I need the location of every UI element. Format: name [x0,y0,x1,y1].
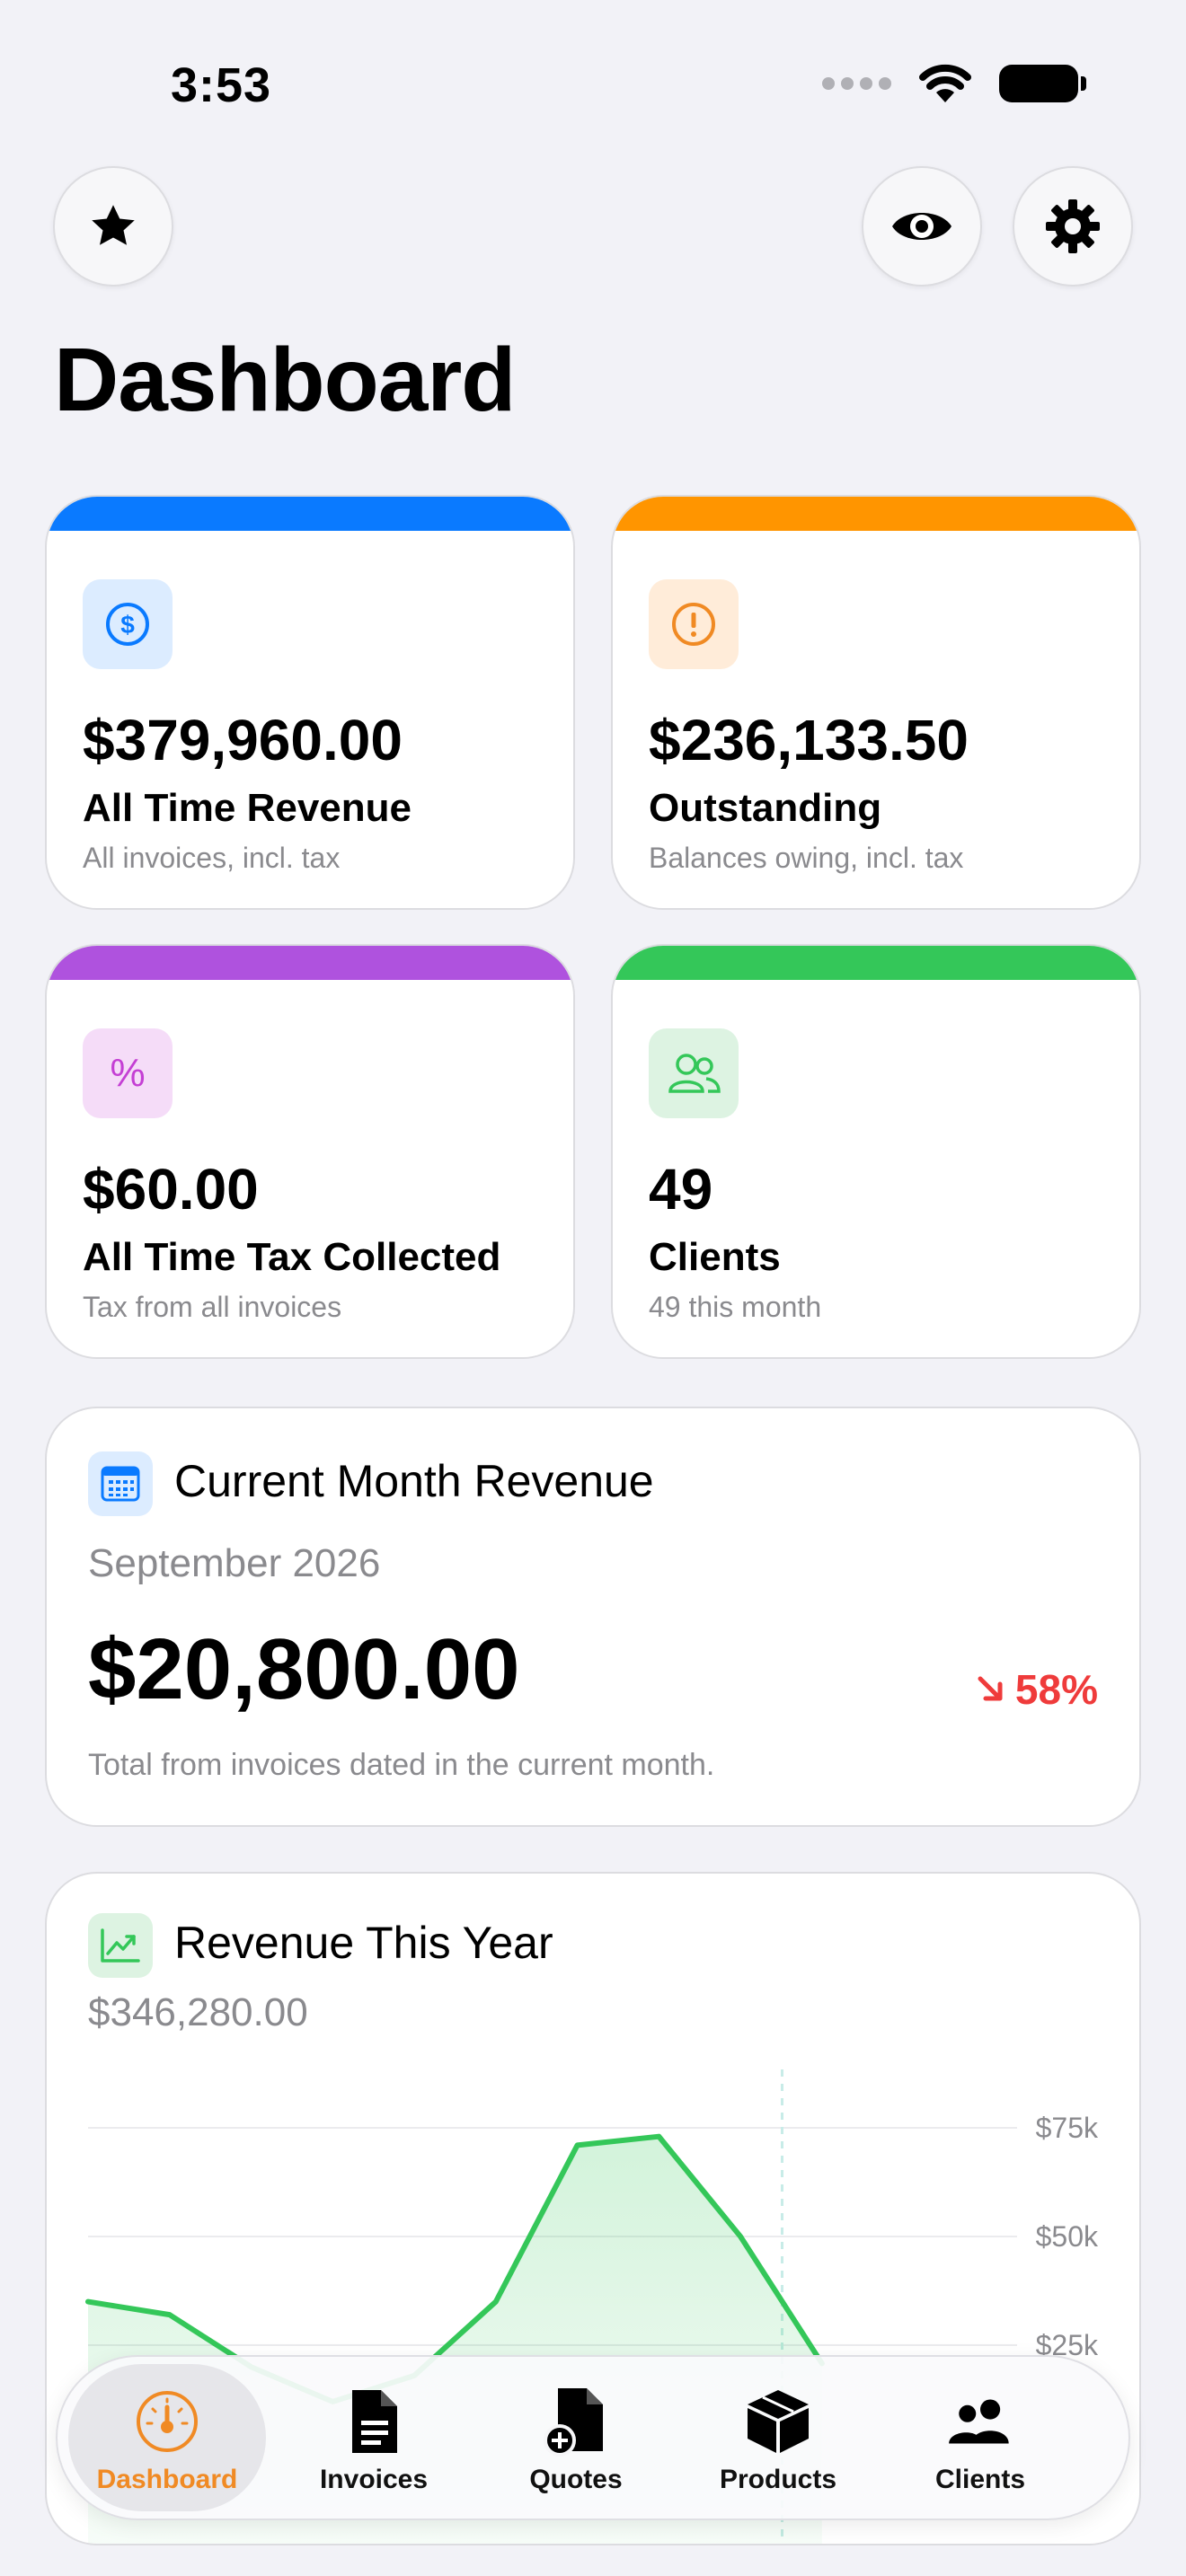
stat-value: $236,133.50 [649,708,969,772]
document-icon [340,2387,408,2456]
signal-dots-icon [822,77,891,90]
tab-quotes[interactable]: Quotes [477,2364,675,2511]
svg-text:$: $ [120,611,135,639]
battery-icon [999,65,1086,102]
box-icon [744,2387,812,2456]
tab-label: Clients [934,2465,1026,2494]
stat-value: $379,960.00 [83,708,403,772]
stat-card-tax[interactable]: % $60.00 All Time Tax Collected Tax from… [45,944,575,1359]
stat-label: Clients [649,1235,781,1279]
month-note: Total from invoices dated in the current… [88,1748,715,1782]
gauge-icon [133,2387,201,2456]
tab-invoices[interactable]: Invoices [275,2364,473,2511]
tab-label: Products [719,2465,837,2494]
arrow-down-right-icon [978,1676,1003,1701]
stat-card-outstanding[interactable]: $236,133.50 Outstanding Balances owing, … [611,495,1141,910]
card-title: Current Month Revenue [174,1456,654,1506]
card-accent-bar [47,497,573,531]
month-amount: $20,800.00 [88,1621,520,1717]
favorites-button[interactable] [53,166,173,287]
stat-subtitle: Tax from all invoices [83,1291,342,1323]
status-time: 3:53 [171,58,272,112]
visibility-toggle-button[interactable] [862,166,982,287]
percent-icon: % [83,1028,173,1118]
status-bar: 3:53 [0,0,1186,171]
tab-label: Invoices [319,2465,429,2494]
card-accent-bar [47,946,573,980]
tab-label: Quotes [529,2465,623,2494]
tab-dashboard[interactable]: Dashboard [68,2364,266,2511]
dollar-circle-icon: $ [83,579,173,669]
trend-indicator: 58% [976,1665,1098,1714]
tab-bar: Dashboard Invoices Quotes Products Clien… [56,2355,1130,2520]
settings-button[interactable] [1013,166,1133,287]
svg-text:%: % [110,1051,145,1095]
people-icon [649,1028,739,1118]
stat-label: All Time Tax Collected [83,1235,501,1279]
tab-products[interactable]: Products [679,2364,877,2511]
people-icon [946,2387,1014,2456]
stat-value: 49 [649,1157,713,1222]
calendar-icon [88,1451,153,1516]
stat-card-revenue[interactable]: $ $379,960.00 All Time Revenue All invoi… [45,495,575,910]
stat-subtitle: Balances owing, incl. tax [649,842,964,874]
month-period: September 2026 [88,1541,381,1585]
stat-subtitle: 49 this month [649,1291,822,1323]
wifi-icon [919,64,971,102]
y-tick-label: $50k [1036,2220,1099,2253]
tab-clients[interactable]: Clients [881,2364,1079,2511]
stat-card-clients[interactable]: 49 Clients 49 this month [611,944,1141,1359]
current-month-revenue-card[interactable]: Current Month Revenue September 2026 $20… [45,1407,1141,1827]
tab-label: Dashboard [96,2465,238,2494]
page-title: Dashboard [54,330,516,430]
gear-icon [1046,199,1100,253]
stat-label: All Time Revenue [83,786,412,830]
document-plus-icon [542,2387,610,2457]
stat-value: $60.00 [83,1157,259,1222]
card-accent-bar [613,497,1139,531]
status-indicators [822,63,1086,104]
y-tick-label: $75k [1036,2112,1099,2144]
stat-subtitle: All invoices, incl. tax [83,842,341,874]
card-accent-bar [613,946,1139,980]
star-icon [92,205,135,245]
exclamation-circle-icon [649,579,739,669]
trend-percentage: 58% [1014,1666,1098,1713]
stat-label: Outstanding [649,786,882,830]
eye-icon [892,213,951,240]
